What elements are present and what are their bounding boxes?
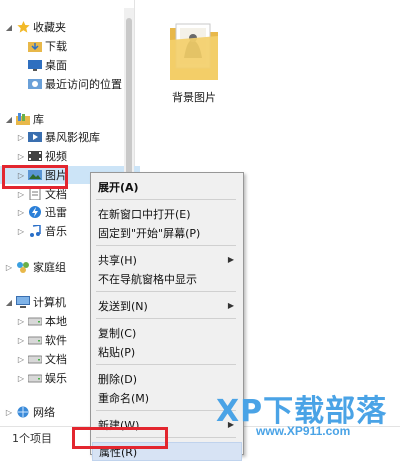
- nav-item-6[interactable]: ▷ 视频: [0, 147, 140, 165]
- expand-arrow-icon[interactable]: ◢: [4, 23, 14, 32]
- nav-item-3[interactable]: 最近访问的位置: [0, 75, 140, 93]
- collapse-arrow-icon[interactable]: ▷: [16, 133, 26, 142]
- submenu-arrow-icon: ▶: [227, 301, 234, 310]
- collapse-arrow-icon[interactable]: ▷: [16, 208, 26, 217]
- nav-item-1[interactable]: 下载: [0, 37, 140, 55]
- expand-arrow-icon[interactable]: ◢: [4, 115, 14, 124]
- status-item-count: 1个项目: [12, 432, 52, 445]
- menu-item-2[interactable]: 在新窗口中打开(E): [92, 204, 242, 223]
- star-icon: [16, 21, 30, 33]
- desktop-icon: [28, 59, 42, 71]
- nav-item-0[interactable]: ◢ 收藏夹: [0, 18, 128, 36]
- collapse-arrow-icon[interactable]: ▷: [16, 317, 26, 326]
- nav-item-label: 暴风影视库: [45, 131, 100, 144]
- nav-item-label: 桌面: [45, 59, 67, 72]
- menu-item-11[interactable]: 粘贴(P): [92, 342, 242, 361]
- nav-item-label: 软件: [45, 334, 67, 347]
- folder-icon: [170, 23, 218, 80]
- collapse-arrow-icon[interactable]: ▷: [16, 152, 26, 161]
- nav-item-label: 库: [33, 113, 44, 126]
- network-icon: [16, 406, 30, 418]
- drive-icon: [28, 353, 42, 365]
- computer-icon: [16, 296, 30, 308]
- nav-item-label: 文档: [45, 353, 67, 366]
- menu-item-label: 展开(A): [98, 180, 139, 194]
- drive-icon: [28, 372, 42, 384]
- menu-item-label: 重命名(M): [98, 391, 150, 405]
- nav-item-label: 收藏夹: [33, 21, 66, 34]
- menu-item-3[interactable]: 固定到"开始"屏幕(P): [92, 223, 242, 242]
- drive-icon: [28, 334, 42, 346]
- nav-item-label: 娱乐: [45, 372, 67, 385]
- collapse-arrow-icon[interactable]: ▷: [16, 374, 26, 383]
- menu-item-label: 删除(D): [98, 372, 138, 386]
- menu-item-label: 共享(H): [98, 253, 137, 267]
- menu-item-label: 在新窗口中打开(E): [98, 207, 191, 221]
- documents-icon: [28, 188, 42, 200]
- expand-arrow-icon[interactable]: ◢: [4, 298, 14, 307]
- menu-item-label: 粘贴(P): [98, 345, 136, 359]
- menu-item-label: 不在导航窗格中显示: [98, 272, 197, 286]
- menu-item-6[interactable]: 不在导航窗格中显示: [92, 269, 242, 288]
- homegroup-icon: [16, 261, 30, 273]
- nav-item-4[interactable]: ◢ 库: [0, 110, 128, 128]
- collapse-arrow-icon[interactable]: ▷: [16, 227, 26, 236]
- menu-item-0[interactable]: 展开(A): [92, 177, 242, 196]
- music-icon: [28, 225, 42, 237]
- collapse-arrow-icon[interactable]: ▷: [16, 355, 26, 364]
- menu-separator: [96, 199, 236, 200]
- nav-item-label: 计算机: [33, 296, 66, 309]
- menu-item-label: 复制(C): [98, 326, 137, 340]
- highlight-box-properties: [72, 427, 168, 449]
- submenu-arrow-icon: ▶: [227, 255, 234, 264]
- menu-item-8[interactable]: 发送到(N) ▶: [92, 296, 242, 315]
- download-folder-icon: [28, 40, 42, 52]
- thunder-icon: [28, 206, 42, 218]
- nav-item-label: 视频: [45, 150, 67, 163]
- nav-item-2[interactable]: 桌面: [0, 56, 140, 74]
- collapse-arrow-icon[interactable]: ▷: [4, 263, 14, 272]
- menu-separator: [96, 364, 236, 365]
- collapse-arrow-icon[interactable]: ▷: [4, 408, 14, 417]
- nav-item-label: 本地: [45, 315, 67, 328]
- nav-item-label: 最近访问的位置: [45, 78, 122, 91]
- menu-separator: [96, 291, 236, 292]
- nav-item-label: 家庭组: [33, 261, 66, 274]
- folder-caption: 背景图片: [172, 91, 216, 104]
- watermark: XP下载部落 www.XP911.com: [210, 384, 400, 440]
- menu-separator: [96, 245, 236, 246]
- nav-item-5[interactable]: ▷ 暴风影视库: [0, 128, 140, 146]
- collapse-arrow-icon[interactable]: ▷: [16, 190, 26, 199]
- drive-icon: [28, 315, 42, 327]
- nav-item-label: 网络: [33, 406, 55, 419]
- video-icon: [28, 150, 42, 162]
- menu-item-label: 发送到(N): [98, 299, 148, 313]
- nav-item-label: 下载: [45, 40, 67, 53]
- menu-item-label: 固定到"开始"屏幕(P): [98, 226, 201, 240]
- library-icon: [16, 113, 30, 125]
- nav-item-label: 音乐: [45, 225, 67, 238]
- menu-separator: [96, 318, 236, 319]
- folder-item-background-pictures[interactable]: 背景图片: [160, 14, 228, 105]
- recent-places-icon: [28, 78, 42, 90]
- nav-item-label: 迅雷: [45, 206, 67, 219]
- menu-item-10[interactable]: 复制(C): [92, 323, 242, 342]
- menu-item-5[interactable]: 共享(H) ▶: [92, 250, 242, 269]
- highlight-box-pictures: [2, 165, 68, 189]
- collapse-arrow-icon[interactable]: ▷: [16, 336, 26, 345]
- watermark-url: www.XP911.com: [256, 424, 351, 438]
- video-library-icon: [28, 131, 42, 143]
